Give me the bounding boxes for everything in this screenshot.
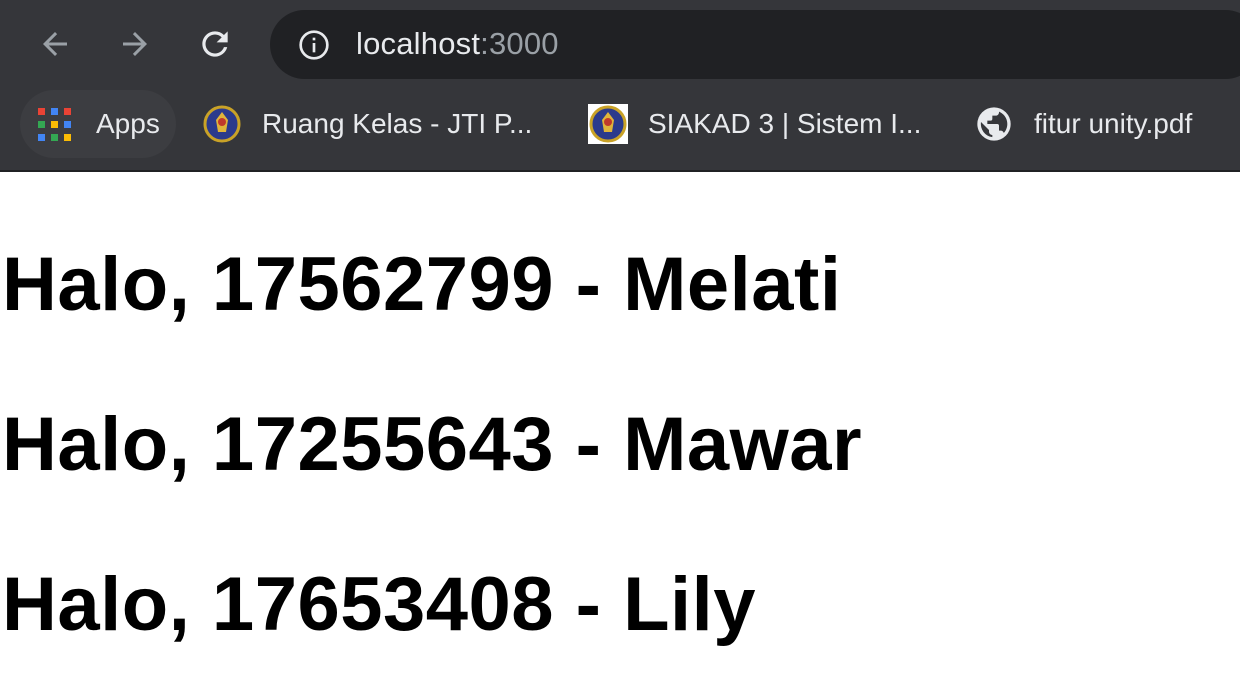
- arrow-left-icon: [43, 32, 67, 56]
- bookmark-label: fitur unity.pdf: [1034, 108, 1193, 139]
- bookmark-ruang-kelas[interactable]: Ruang Kelas - JTI P...: [200, 90, 560, 158]
- address-bar[interactable]: localhost:3000: [270, 10, 1240, 79]
- url-text[interactable]: localhost:3000: [356, 24, 559, 64]
- info-icon[interactable]: [298, 29, 330, 61]
- reload-button[interactable]: [191, 20, 239, 68]
- back-button[interactable]: [31, 20, 79, 68]
- bookmark-siakad[interactable]: SIAKAD 3 | Sistem I...: [586, 90, 946, 158]
- bookmark-apps[interactable]: Apps: [20, 90, 176, 158]
- forward-button[interactable]: [111, 20, 159, 68]
- university-emblem-icon: [203, 105, 241, 143]
- greeting-heading: Halo, 17562799 - Melati: [2, 242, 842, 327]
- bookmark-label: SIAKAD 3 | Sistem I...: [648, 108, 922, 139]
- bookmark-apps-label: Apps: [96, 108, 160, 139]
- bookmark-fitur-unity[interactable]: fitur unity.pdf: [972, 90, 1240, 158]
- greeting-heading: Halo, 17653408 - Lily: [2, 562, 757, 647]
- url-host: localhost: [356, 26, 481, 61]
- globe-icon: [977, 107, 1011, 141]
- greeting-heading: Halo, 17255643 - Mawar: [2, 402, 863, 487]
- arrow-right-icon: [123, 32, 147, 56]
- university-emblem-icon: [588, 104, 628, 144]
- page-content: Halo, 17562799 - Melati Halo, 17255643 -…: [0, 172, 1240, 691]
- url-port: :3000: [480, 26, 559, 61]
- browser-chrome: localhost:3000 Apps Ruang Kelas - JTI P.…: [0, 0, 1240, 172]
- apps-grid-icon: [38, 108, 71, 141]
- bookmark-label: Ruang Kelas - JTI P...: [262, 108, 533, 139]
- reload-icon: [202, 31, 228, 57]
